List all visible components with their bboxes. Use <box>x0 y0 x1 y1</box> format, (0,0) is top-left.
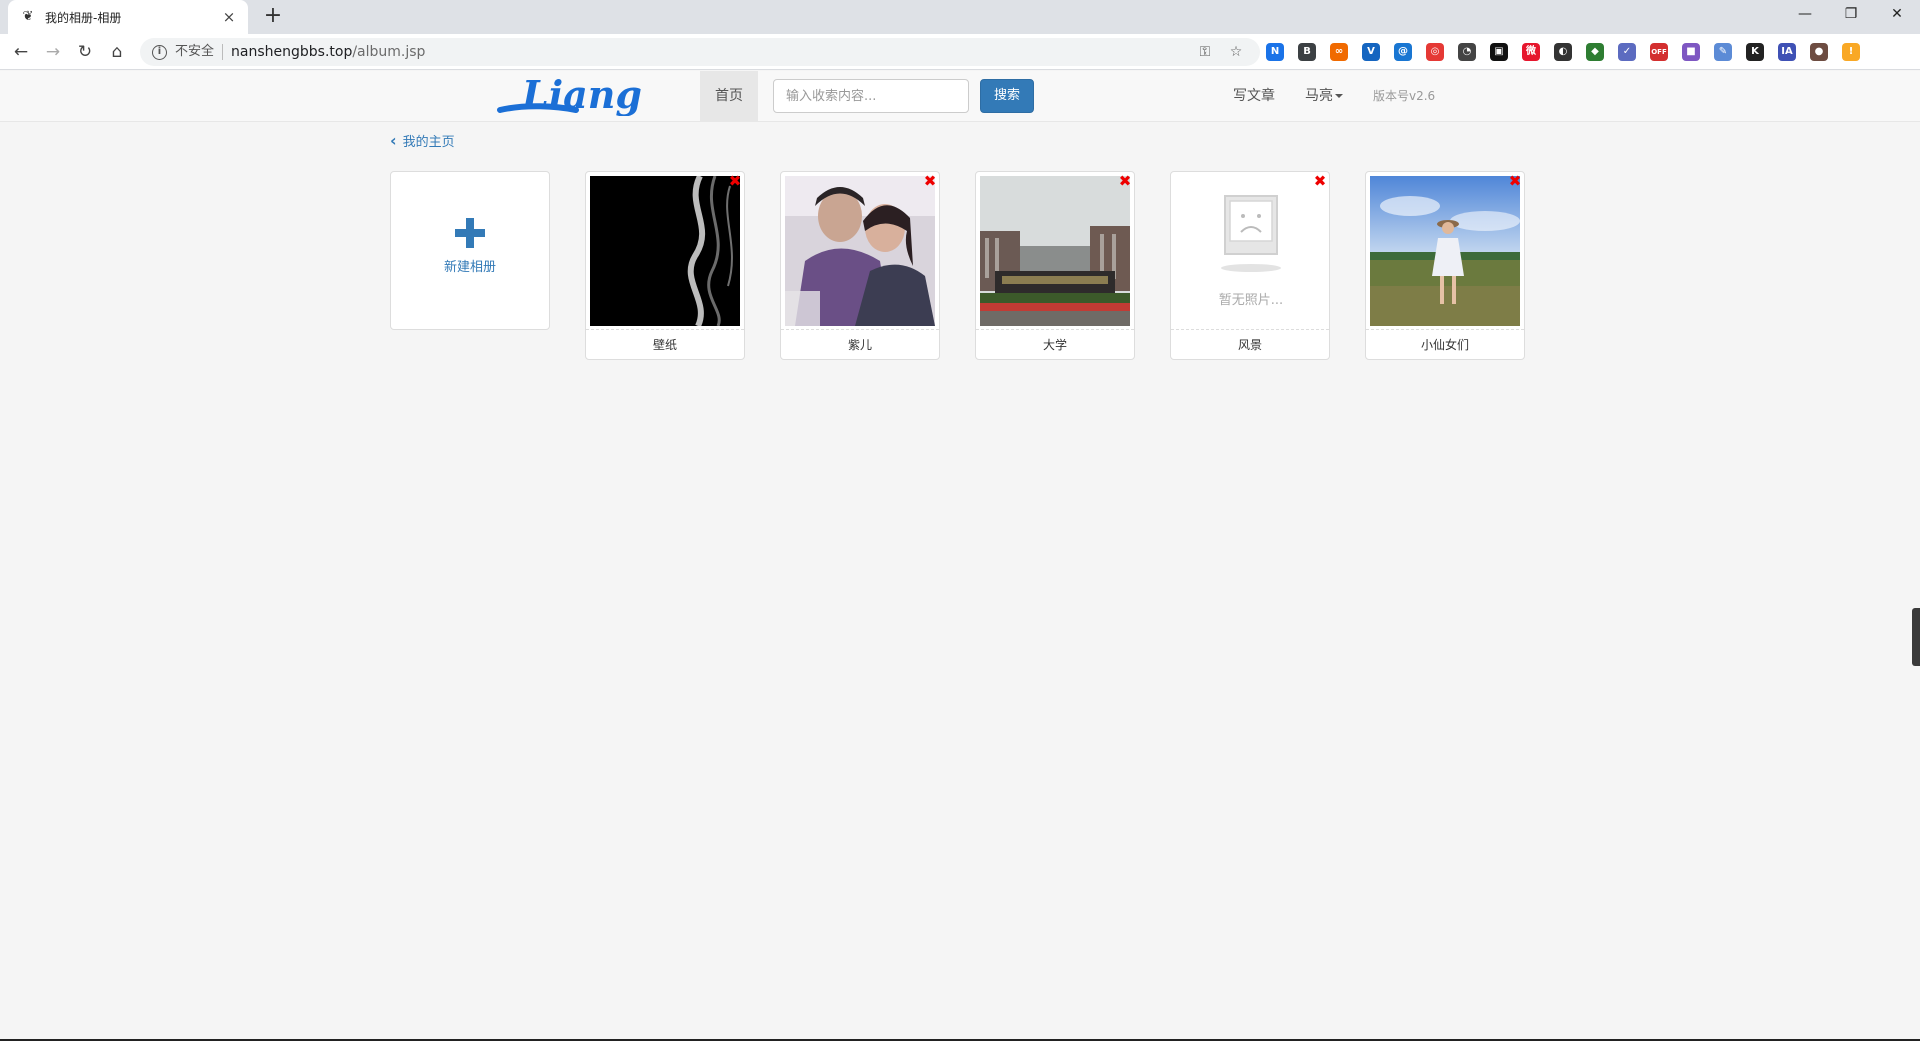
delete-album-icon[interactable]: ✖ <box>1508 174 1522 189</box>
empty-album-text: 暂无照片... <box>1219 293 1283 308</box>
plus-icon <box>455 218 485 248</box>
album-name[interactable]: 风景 <box>1171 329 1329 359</box>
new-album-card[interactable]: 新建相册 <box>390 171 550 330</box>
album-thumbnail[interactable] <box>785 176 935 326</box>
album-name[interactable]: 壁纸 <box>586 329 744 359</box>
album-card[interactable]: ✖ 壁纸 <box>585 171 745 360</box>
side-scroll-handle[interactable] <box>1912 608 1920 666</box>
spiral-extension-icon[interactable]: ◎ <box>1426 43 1444 61</box>
browser-tab[interactable]: ❦ 我的相册-相册 × <box>8 0 248 34</box>
tab-favicon-icon: ❦ <box>22 9 34 24</box>
album-thumbnail-empty[interactable]: 暂无照片... <box>1175 176 1325 326</box>
breadcrumb-label: 我的主页 <box>402 135 455 150</box>
weibo-extension-icon[interactable]: 微 <box>1522 43 1540 61</box>
address-bar[interactable]: i 不安全 nanshengbbs.top /album.jsp <box>140 38 1260 66</box>
url-path: /album.jsp <box>352 44 426 60</box>
album-thumbnail[interactable] <box>1370 176 1520 326</box>
delete-album-icon[interactable]: ✖ <box>728 174 742 189</box>
at-extension-icon[interactable]: @ <box>1394 43 1412 61</box>
album-thumbnail[interactable] <box>980 176 1130 326</box>
browser-tabstrip: ❦ 我的相册-相册 × + — ❐ ✕ <box>0 0 1920 34</box>
sad-face-placeholder-icon: 暂无照片... <box>1175 176 1325 326</box>
purple-extension-icon[interactable]: ■ <box>1682 43 1700 61</box>
square-extension-icon[interactable]: ▣ <box>1490 43 1508 61</box>
info-icon[interactable]: i <box>152 44 167 60</box>
window-minimize-button[interactable]: — <box>1782 0 1828 30</box>
v-extension-icon[interactable]: V <box>1362 43 1380 61</box>
check-extension-icon[interactable]: ✓ <box>1618 43 1636 61</box>
album-name[interactable]: 紫儿 <box>781 329 939 359</box>
album-thumbnail[interactable] <box>590 176 740 326</box>
forward-button[interactable]: → <box>40 39 66 65</box>
tab-title: 我的相册-相册 <box>45 10 122 25</box>
delete-album-icon[interactable]: ✖ <box>1118 174 1132 189</box>
new-tab-button[interactable]: + <box>260 4 286 30</box>
avatar-extension-icon[interactable]: ● <box>1810 43 1828 61</box>
bookmark-star-icon[interactable]: ☆ <box>1224 38 1248 66</box>
dark-circle-extension-icon[interactable]: ◐ <box>1554 43 1572 61</box>
ia-extension-icon[interactable]: IA <box>1778 43 1796 61</box>
window-restore-button[interactable]: ❐ <box>1828 0 1874 30</box>
delete-album-icon[interactable]: ✖ <box>1313 174 1327 189</box>
new-album-label: 新建相册 <box>443 260 496 275</box>
chevron-left-icon: ‹ <box>390 131 397 150</box>
new-extension-icon[interactable]: N <box>1266 43 1284 61</box>
note-extension-icon[interactable]: ✎ <box>1714 43 1732 61</box>
search-button[interactable]: 搜索 <box>980 79 1034 113</box>
nav-user-name: 马亮 <box>1305 88 1333 104</box>
k-extension-icon[interactable]: K <box>1746 43 1764 61</box>
version-label: 版本号v2.6 <box>1373 89 1436 103</box>
b-extension-icon[interactable]: B <box>1298 43 1316 61</box>
site-logo[interactable]: Liang <box>496 76 680 116</box>
window-close-button[interactable]: ✕ <box>1874 0 1920 30</box>
nav-write-link[interactable]: 写文章 <box>1233 71 1275 122</box>
browser-toolbar: ← → ↻ ⌂ i 不安全 nanshengbbs.top /album.jsp… <box>0 34 1920 70</box>
album-name[interactable]: 小仙女们 <box>1366 329 1524 359</box>
album-card[interactable]: 暂无照片... ✖ 风景 <box>1170 171 1330 360</box>
logo-text: Liang <box>521 76 642 116</box>
album-card[interactable]: ✖ 紫儿 <box>780 171 940 360</box>
back-button[interactable]: ← <box>8 39 34 65</box>
infinity-extension-icon[interactable]: ∞ <box>1330 43 1348 61</box>
breadcrumb[interactable]: ‹ 我的主页 <box>390 131 455 150</box>
off-extension-icon[interactable]: OFF <box>1650 43 1668 61</box>
url-host: nanshengbbs.top <box>231 44 353 60</box>
nav-home-link[interactable]: 首页 <box>700 71 758 122</box>
update-extension-icon[interactable]: ! <box>1842 43 1860 61</box>
nav-user-dropdown[interactable]: 马亮 <box>1305 71 1343 122</box>
reload-button[interactable]: ↻ <box>72 39 98 65</box>
security-label[interactable]: 不安全 <box>175 44 224 60</box>
search-input[interactable] <box>773 79 969 113</box>
tab-close-icon[interactable]: × <box>220 8 238 26</box>
album-card[interactable]: ✖ 小仙女们 <box>1365 171 1525 360</box>
album-name[interactable]: 大学 <box>976 329 1134 359</box>
home-button[interactable]: ⌂ <box>104 39 130 65</box>
speed-extension-icon[interactable]: ◔ <box>1458 43 1476 61</box>
site-navbar: Liang 首页 搜索 写文章 马亮 版本号v2.6 <box>0 71 1920 122</box>
caret-down-icon <box>1335 94 1343 98</box>
shield-extension-icon[interactable]: ◆ <box>1586 43 1604 61</box>
delete-album-icon[interactable]: ✖ <box>923 174 937 189</box>
key-icon[interactable]: ⚿ <box>1193 38 1217 66</box>
album-card[interactable]: ✖ 大学 <box>975 171 1135 360</box>
